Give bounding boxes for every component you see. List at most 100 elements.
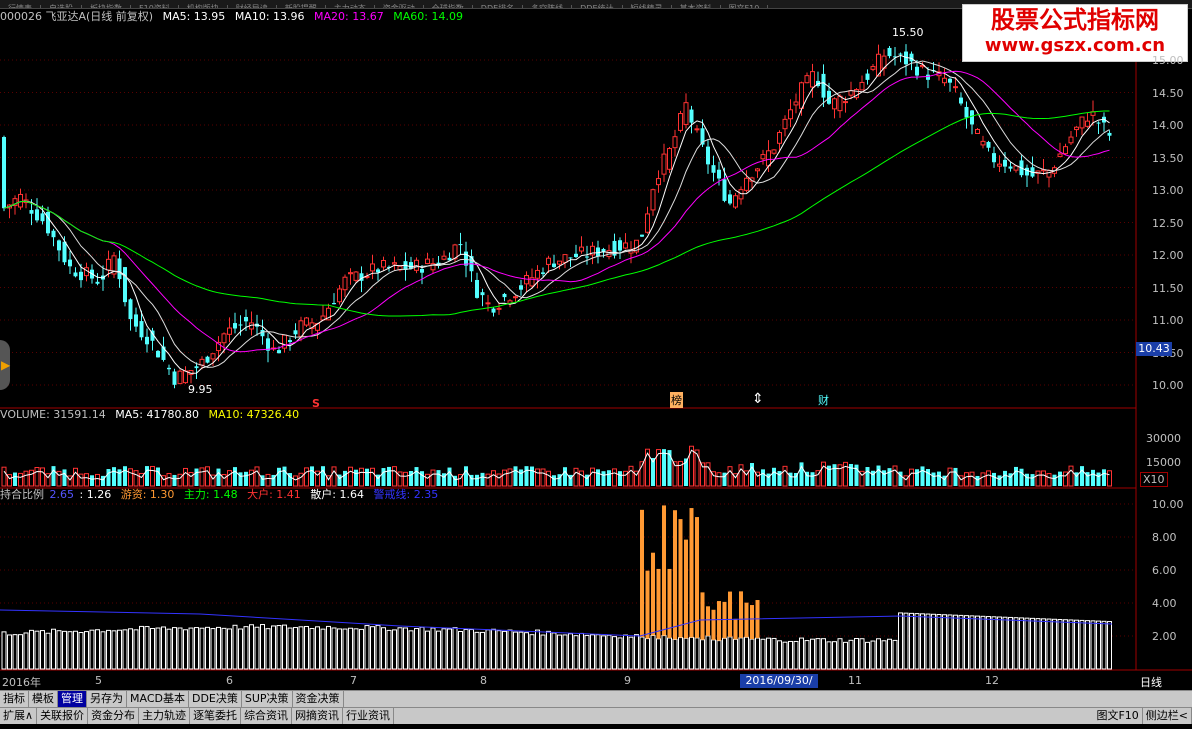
candlestick-series bbox=[2, 44, 1112, 389]
volume-bar bbox=[156, 467, 160, 486]
volume-bar bbox=[530, 466, 534, 486]
indicator-tab[interactable]: 另存为 bbox=[87, 691, 127, 707]
volume-bar bbox=[1046, 473, 1052, 487]
stock-title: 000026 飞亚达A(日线 前复权) bbox=[0, 10, 154, 23]
candle-body bbox=[475, 279, 479, 298]
indicator-tab[interactable]: 模板 bbox=[29, 691, 58, 707]
volume-bar bbox=[926, 469, 930, 486]
holding-bar bbox=[958, 614, 964, 670]
bang-badge[interactable]: 榜 bbox=[670, 392, 683, 408]
info-tab[interactable]: 逐笔委托 bbox=[190, 708, 242, 724]
volume-bar bbox=[480, 472, 485, 486]
volume-bar bbox=[430, 469, 436, 487]
cursor-date-badge: 2016/09/30/五 bbox=[740, 674, 818, 701]
holding-bar bbox=[491, 628, 496, 670]
holding-bar bbox=[507, 629, 513, 670]
candle-body bbox=[73, 272, 78, 277]
holding-spike bbox=[700, 592, 705, 640]
current-price-tag: 10.43 bbox=[1136, 342, 1172, 356]
volume-bar bbox=[1019, 468, 1024, 486]
volume-bar bbox=[782, 465, 788, 487]
volume-bar bbox=[980, 472, 986, 487]
holding-bar bbox=[425, 630, 430, 670]
volume-bar bbox=[1068, 465, 1074, 487]
holding-bar bbox=[260, 624, 265, 670]
side-tab[interactable]: 侧边栏< bbox=[1143, 708, 1192, 724]
candle-body bbox=[810, 71, 815, 88]
candle-body bbox=[29, 210, 34, 214]
candle-body bbox=[788, 109, 793, 120]
holding-bar bbox=[144, 626, 150, 670]
holding-bar bbox=[18, 634, 23, 670]
holding-bar bbox=[672, 638, 678, 670]
volume-bar bbox=[937, 471, 941, 486]
holding-bar bbox=[898, 612, 903, 670]
x-label-dec: 12 bbox=[985, 674, 999, 687]
indicator-tab[interactable]: 资金决策 bbox=[293, 691, 344, 707]
holding-bar bbox=[1052, 618, 1057, 670]
holding-bar bbox=[529, 634, 535, 670]
info-tab[interactable]: 主力轨迹 bbox=[139, 708, 191, 724]
holding-bar bbox=[991, 616, 997, 670]
holding-bar bbox=[254, 626, 260, 670]
holding-bar bbox=[414, 628, 419, 670]
indicator-tab[interactable]: DDE决策 bbox=[189, 691, 242, 707]
holding-bar bbox=[854, 638, 859, 670]
holding-bar bbox=[1079, 619, 1085, 670]
holding-bar bbox=[524, 632, 529, 670]
indicator-tab[interactable]: SUP决策 bbox=[242, 691, 293, 707]
indicator-tab[interactable]: 管理 bbox=[58, 691, 87, 707]
holding-bar bbox=[557, 634, 562, 670]
volume-bar bbox=[359, 467, 364, 487]
candle-body bbox=[337, 288, 342, 303]
info-tab[interactable]: 行业资讯 bbox=[343, 708, 395, 724]
kline-chart[interactable] bbox=[0, 8, 1192, 688]
cai-badge[interactable]: 财 bbox=[818, 392, 829, 408]
indicator-tab[interactable]: MACD基本 bbox=[127, 691, 189, 707]
volume-bar bbox=[475, 474, 479, 486]
holding-spike bbox=[640, 509, 644, 638]
volume-bar bbox=[29, 469, 34, 487]
info-tab[interactable]: 网摘资讯 bbox=[292, 708, 344, 724]
volume-bar bbox=[552, 475, 556, 486]
holding-bar bbox=[815, 638, 821, 670]
ma20-value: MA20: 13.67 bbox=[314, 10, 384, 23]
candle-body bbox=[199, 358, 205, 366]
holding-bar bbox=[210, 628, 216, 670]
volume-bar bbox=[194, 468, 199, 486]
holding-bar bbox=[458, 630, 463, 670]
info-tab[interactable]: 资金分布 bbox=[88, 708, 140, 724]
side-tab[interactable]: 图文F10 bbox=[1093, 708, 1143, 724]
holding-bar bbox=[117, 629, 122, 670]
info-tab[interactable]: 扩展∧ bbox=[0, 708, 38, 724]
holding-bar bbox=[485, 629, 491, 670]
period-label[interactable]: 日线 bbox=[1140, 674, 1162, 690]
info-tab[interactable]: 关联报价 bbox=[37, 708, 89, 724]
volume-ma10: MA10: 47326.40 bbox=[208, 408, 300, 421]
volume-tick-15000: 15000 bbox=[1146, 456, 1181, 469]
x-label-jun: 6 bbox=[226, 674, 233, 687]
holding-bar bbox=[496, 630, 502, 670]
holding-spike bbox=[678, 519, 683, 638]
ma60-value: MA60: 14.09 bbox=[393, 10, 463, 23]
holding-spike bbox=[645, 570, 650, 639]
holding-bar bbox=[953, 614, 958, 670]
volume-bar bbox=[95, 473, 100, 487]
holding-bar bbox=[469, 629, 474, 670]
candle-body bbox=[821, 73, 826, 98]
low-price-label: 9.95 bbox=[188, 383, 213, 396]
holding-bar bbox=[441, 628, 447, 670]
holding-bar bbox=[694, 637, 700, 670]
arrow-right-icon[interactable]: ▶ bbox=[1, 358, 10, 372]
holding-bar bbox=[980, 615, 986, 670]
holding-bar bbox=[51, 628, 56, 670]
holding-dahu: 大户: 1.41 bbox=[247, 488, 301, 501]
holding-bar bbox=[738, 637, 744, 670]
indicator-tab[interactable]: 指标 bbox=[0, 691, 29, 707]
holding-bar bbox=[865, 641, 870, 670]
info-tab[interactable]: 综合资讯 bbox=[241, 708, 293, 724]
ma-line bbox=[3, 60, 1110, 368]
holding-bar bbox=[331, 627, 337, 670]
volume-bar bbox=[667, 450, 672, 486]
price-tick: 12.50 bbox=[1152, 216, 1184, 230]
